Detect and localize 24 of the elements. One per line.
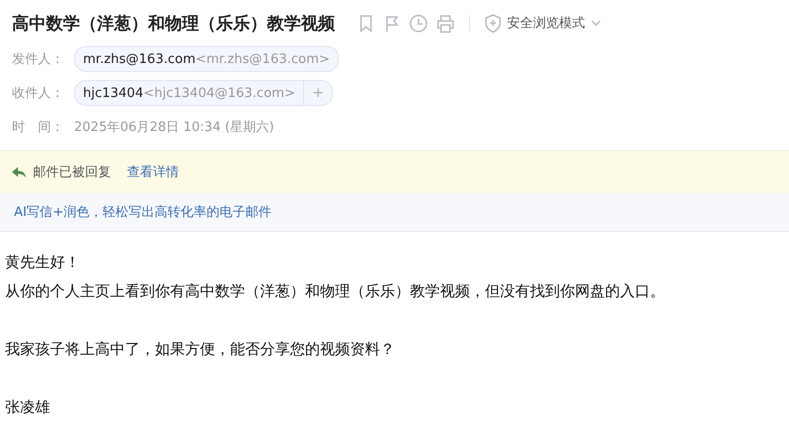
ai-writing-link[interactable]: AI写信+润色，轻松写出高转化率的电子邮件	[14, 203, 272, 221]
contact-chip[interactable]: hjc13404<hjc13404@163.com> +	[74, 80, 333, 106]
contact-name: hjc13404	[83, 86, 144, 100]
contact-chip[interactable]: mr.zhs@163.com<mr.zhs@163.com>	[74, 46, 339, 72]
details-link[interactable]: 查看详情	[127, 163, 179, 181]
contact-name: mr.zhs@163.com	[83, 52, 196, 66]
message-text: 黄先生好！	[5, 252, 81, 273]
message-text: 我家孩子将上高中了，如果方便，能否分享您的视频资料？	[5, 339, 396, 360]
reply-status: 邮件已被回复	[33, 164, 111, 181]
contact-address: <mr.zhs@163.com>	[196, 52, 331, 66]
reply-icon	[12, 166, 27, 178]
field-label: 收件人：	[12, 85, 65, 102]
message-text: 从你的个人主页上看到你有高中数学（洋葱）和物理（乐乐）教学视频，但没有找到你网盘的入口。	[5, 281, 666, 302]
message-text: 张凌雄	[5, 397, 51, 418]
contact-address: <hjc13404@163.com>	[143, 86, 296, 100]
sent-time: 2025年06月28日 10:34 (星期六)	[74, 119, 274, 136]
shield-icon	[484, 14, 502, 32]
printer-icon[interactable]	[436, 14, 455, 32]
field-label: 发件人：	[12, 51, 65, 68]
chevron-down-icon	[590, 18, 602, 28]
email-subject: 高中数学（洋葱）和物理（乐乐）教学视频	[12, 12, 335, 34]
clock-icon[interactable]	[409, 14, 428, 32]
safe-mode-menu[interactable]: 安全浏览模式	[484, 14, 602, 32]
field-label: 时 间：	[12, 119, 65, 136]
